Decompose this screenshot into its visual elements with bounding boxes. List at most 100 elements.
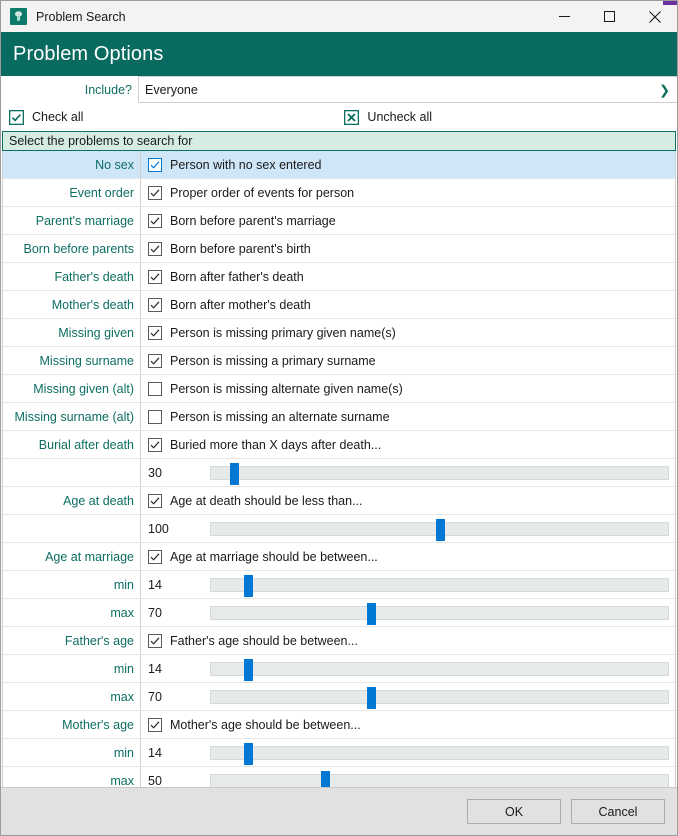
- problem-row[interactable]: Born before parents Born before parent's …: [3, 235, 675, 263]
- chevron-right-icon[interactable]: ❯: [659, 83, 670, 96]
- problem-row-text: Age at death should be less than...: [170, 493, 363, 508]
- problem-row[interactable]: Father's death Born after father's death: [3, 263, 675, 291]
- checkbox-checked-icon[interactable]: [148, 241, 162, 256]
- problem-row[interactable]: Age at death Age at death should be less …: [3, 487, 675, 515]
- problem-row-body: Proper order of events for person: [140, 179, 675, 206]
- problem-row[interactable]: Parent's marriage Born before parent's ma…: [3, 207, 675, 235]
- problem-row-label: Age at death: [63, 493, 134, 508]
- slider-value: 14: [148, 661, 162, 676]
- problem-row-body: Born before parent's birth: [140, 235, 675, 262]
- checkbox-checked-icon[interactable]: [148, 213, 162, 228]
- checkbox-checked-icon[interactable]: [148, 549, 162, 564]
- slider-thumb[interactable]: [321, 770, 331, 787]
- problem-row-text: Father's age should be between...: [170, 633, 358, 648]
- problem-row-text: Proper order of events for person: [170, 185, 355, 200]
- problem-row[interactable]: Mother's death Born after mother's death: [3, 291, 675, 319]
- problem-row-body: 14: [140, 571, 675, 598]
- slider-track[interactable]: [210, 770, 669, 787]
- problem-row[interactable]: Age at marriage Age at marriage should be…: [3, 543, 675, 571]
- include-value: Everyone: [145, 82, 198, 97]
- problem-row[interactable]: 30: [3, 459, 675, 487]
- cancel-button[interactable]: Cancel: [571, 799, 665, 824]
- slider-track[interactable]: [210, 686, 669, 709]
- slider-track[interactable]: [210, 742, 669, 765]
- tree-icon: [10, 8, 27, 25]
- slider-track[interactable]: [210, 658, 669, 681]
- problem-row[interactable]: Missing given (alt) Person is missing alt…: [3, 375, 675, 403]
- problem-row-text: Mother's age should be between...: [170, 717, 361, 732]
- problem-row-body: Person is missing an alternate surname: [140, 403, 675, 430]
- checkbox-checked-icon[interactable]: [148, 269, 162, 284]
- checkbox-unchecked-icon[interactable]: [148, 409, 162, 424]
- problem-row[interactable]: max 50: [3, 767, 675, 787]
- problem-row-body: Person is missing a primary surname: [140, 347, 675, 374]
- problem-row[interactable]: min 14: [3, 571, 675, 599]
- include-field[interactable]: Everyone ❯: [138, 76, 677, 103]
- title-bar: Problem Search: [1, 1, 677, 32]
- slider-value: 14: [148, 745, 162, 760]
- checkbox-checked-icon[interactable]: [148, 185, 162, 200]
- problem-row-text: Person is missing a primary surname: [170, 353, 376, 368]
- slider-thumb[interactable]: [366, 602, 376, 625]
- problem-row[interactable]: No sex Person with no sex entered: [3, 151, 675, 179]
- checkbox-unchecked-icon[interactable]: [148, 381, 162, 396]
- problem-row-label: max: [110, 689, 134, 704]
- problem-row[interactable]: max 70: [3, 599, 675, 627]
- checkbox-checked-icon[interactable]: [148, 297, 162, 312]
- problem-row-text: Age at marriage should be between...: [170, 549, 378, 564]
- problem-row[interactable]: Missing surname (alt) Person is missing a…: [3, 403, 675, 431]
- problem-row-label: Burial after death: [38, 437, 134, 452]
- problem-row[interactable]: min 14: [3, 655, 675, 683]
- problem-row-label: min: [113, 577, 134, 592]
- problem-row[interactable]: Father's age Father's age should be betwe…: [3, 627, 675, 655]
- checkbox-checked-icon[interactable]: [148, 157, 162, 172]
- slider-thumb[interactable]: [243, 574, 253, 597]
- problem-row[interactable]: Mother's age Mother's age should be betwe…: [3, 711, 675, 739]
- problem-row[interactable]: Event order Proper order of events for pe…: [3, 179, 675, 207]
- problem-row-body: Buried more than X days after death...: [140, 431, 675, 458]
- problem-row[interactable]: 100: [3, 515, 675, 543]
- problem-row[interactable]: min 14: [3, 739, 675, 767]
- problem-row[interactable]: Burial after death Buried more than X day…: [3, 431, 675, 459]
- checkbox-checked-icon[interactable]: [148, 325, 162, 340]
- ok-button[interactable]: OK: [467, 799, 561, 824]
- close-icon[interactable]: [632, 1, 677, 32]
- maximize-icon[interactable]: [587, 1, 632, 32]
- problem-row[interactable]: Missing surname Person is missing a prima…: [3, 347, 675, 375]
- slider-thumb[interactable]: [229, 462, 239, 485]
- problem-row-label: min: [113, 661, 134, 676]
- page-title: Problem Options: [13, 42, 164, 65]
- problem-row-text: Born after father's death: [170, 269, 304, 284]
- problem-row-body: 14: [140, 655, 675, 682]
- checkbox-checked-icon[interactable]: [148, 437, 162, 452]
- slider-thumb[interactable]: [435, 518, 445, 541]
- problem-row[interactable]: max 70: [3, 683, 675, 711]
- slider-track[interactable]: [210, 462, 669, 485]
- checkbox-checked-icon[interactable]: [148, 493, 162, 508]
- problem-row-label: Missing given: [58, 325, 134, 340]
- checkbox-x-icon: [344, 109, 360, 125]
- problem-row-text: Born before parent's marriage: [170, 213, 336, 228]
- checkbox-checked-icon[interactable]: [148, 717, 162, 732]
- slider-thumb[interactable]: [243, 742, 253, 765]
- problem-list[interactable]: No sex Person with no sex entered Event or…: [2, 151, 676, 787]
- slider-track[interactable]: [210, 602, 669, 625]
- checkbox-checked-icon[interactable]: [148, 633, 162, 648]
- problem-row-label: Age at marriage: [45, 549, 134, 564]
- problem-row-label: Father's death: [54, 269, 134, 284]
- slider-track[interactable]: [210, 518, 669, 541]
- slider-thumb[interactable]: [243, 658, 253, 681]
- slider-track[interactable]: [210, 574, 669, 597]
- minimize-icon[interactable]: [542, 1, 587, 32]
- slider-value: 50: [148, 773, 162, 788]
- checkbox-checked-icon[interactable]: [148, 353, 162, 368]
- problem-row[interactable]: Missing given Person is missing primary g…: [3, 319, 675, 347]
- list-section-header-label: Select the problems to search for: [9, 134, 193, 148]
- problem-row-label: max: [110, 605, 134, 620]
- check-all-button[interactable]: Check all: [8, 109, 83, 125]
- slider-thumb[interactable]: [366, 686, 376, 709]
- uncheck-all-button[interactable]: Uncheck all: [344, 109, 432, 125]
- problem-row-label: Father's age: [64, 633, 134, 648]
- problem-row-body: Born after mother's death: [140, 291, 675, 318]
- problem-row-label: Event order: [69, 185, 134, 200]
